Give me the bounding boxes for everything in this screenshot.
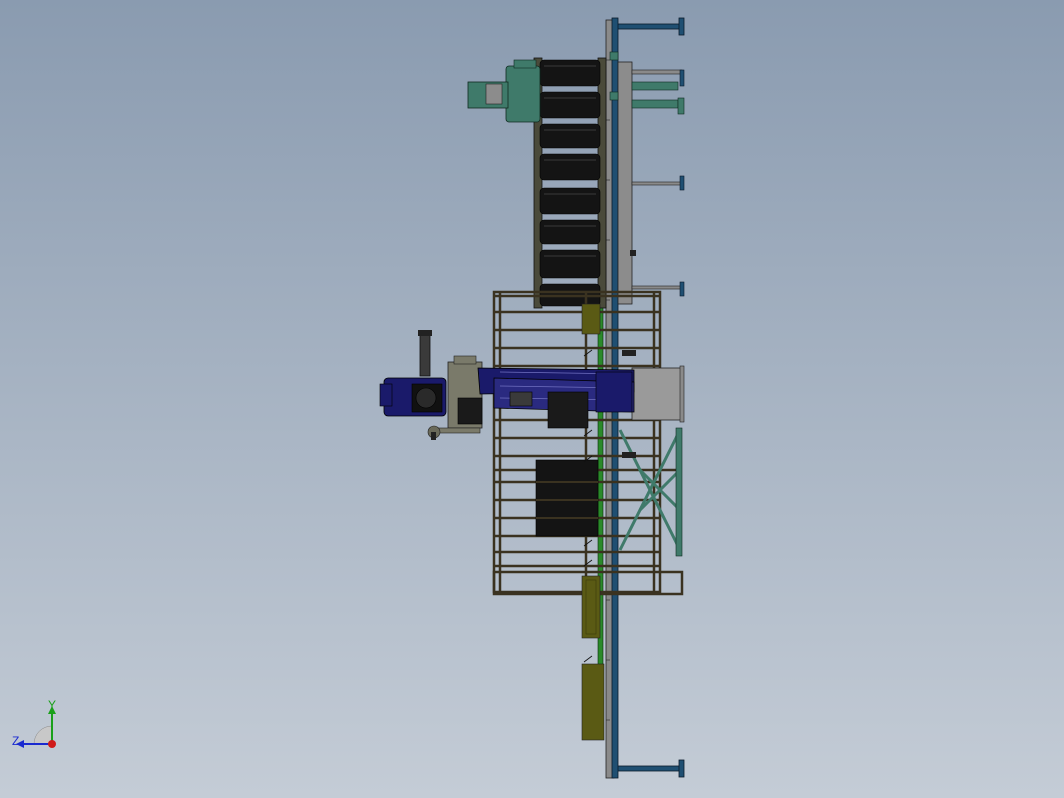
roller-2 xyxy=(539,91,601,119)
robot-rail-motor xyxy=(547,391,589,429)
triad-graphic xyxy=(16,706,56,748)
z-axis-label: Z xyxy=(12,734,20,748)
gray-panel-post xyxy=(679,365,685,423)
roller-7 xyxy=(539,249,601,279)
roller-6 xyxy=(539,219,601,245)
rail-leg-bottom-foot xyxy=(678,759,685,778)
bracket-2 xyxy=(609,91,619,101)
green-bracing xyxy=(618,429,682,551)
drive-motor-cap xyxy=(485,83,503,105)
rail-leg-bottom xyxy=(613,765,683,772)
conveyor-cylinder-1 xyxy=(631,81,679,91)
rail-leg-top xyxy=(613,23,683,30)
cad-viewport[interactable]: Y Z xyxy=(0,0,1064,798)
bracing-post xyxy=(675,427,683,557)
drive-motor-body xyxy=(505,65,541,123)
rail-leg-top-foot xyxy=(678,17,685,36)
roller-4 xyxy=(539,153,601,181)
assembly-model[interactable] xyxy=(0,0,1064,798)
conveyor-base-plate xyxy=(617,61,633,305)
robot-gripper xyxy=(379,383,393,407)
gray-panel xyxy=(631,367,683,421)
roller-conveyor[interactable] xyxy=(467,51,685,309)
conveyor-leg-2 xyxy=(631,181,683,186)
safety-fence[interactable] xyxy=(492,290,684,596)
robot-base-top xyxy=(453,355,477,365)
conveyor-leg-3-foot xyxy=(679,281,685,297)
roller-1 xyxy=(539,59,601,87)
robot-foot-stem xyxy=(431,432,436,440)
y-axis-label: Y xyxy=(48,698,57,712)
stacker-body xyxy=(535,459,599,537)
robot-column-cap xyxy=(418,330,432,336)
olive-panel-2 xyxy=(581,575,601,639)
roller-5 xyxy=(539,187,601,215)
drive-motor-top xyxy=(513,59,537,69)
conveyor-cylinder-2-foot xyxy=(677,97,685,115)
olive-panel-1 xyxy=(581,303,601,335)
robot-arm[interactable] xyxy=(379,330,635,440)
sensor-1 xyxy=(630,250,636,256)
robot-lower-link xyxy=(457,397,483,425)
conveyor-leg-1 xyxy=(631,69,683,75)
bracket-1 xyxy=(609,51,619,61)
conveyor-leg-1-foot xyxy=(679,69,685,87)
robot-rail-plate xyxy=(509,391,533,407)
robot-wrist xyxy=(415,387,437,409)
fence-outer xyxy=(492,290,662,594)
conveyor-leg-3 xyxy=(631,285,683,290)
conveyor-cylinder-2 xyxy=(631,99,679,109)
roller-3 xyxy=(539,123,601,149)
orientation-triad[interactable]: Y Z xyxy=(8,698,68,760)
olive-panel-3 xyxy=(581,663,605,741)
robot-column xyxy=(419,331,431,377)
conveyor-leg-2-foot xyxy=(679,175,685,191)
x-axis-origin xyxy=(48,740,56,748)
robot-rail-carriage xyxy=(595,371,633,413)
